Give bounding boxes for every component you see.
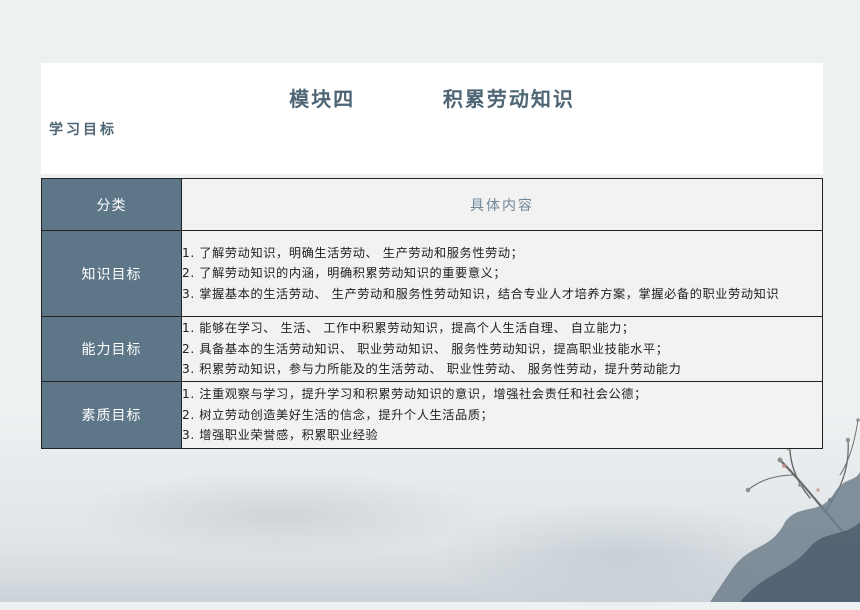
row-category: 素质目标	[41, 381, 182, 449]
page-title: 模块四 积累劳动知识	[289, 87, 575, 111]
header-content: 具体内容	[181, 178, 823, 231]
list-item: 3. 掌握基本的生活劳动、 生产劳动和服务性劳动知识，结合专业人才培养方案，掌握…	[182, 286, 780, 301]
row-category: 能力目标	[41, 316, 182, 382]
list-item: 1. 注重观察与学习，提升学习和积累劳动知识的意识，增强社会责任和社会公德；	[182, 387, 647, 402]
section-subtitle: 学习目标	[49, 122, 117, 138]
list-item: 3. 积累劳动知识，参与力所能及的生活劳动、 职业性劳动、 服务性劳动，提升劳动…	[182, 362, 682, 377]
row-content: 1. 了解劳动知识，明确生活劳动、 生产劳动和服务性劳动； 2. 了解劳动知识的…	[181, 230, 823, 317]
ink-mountain-illustration	[710, 472, 860, 602]
list-item: 1. 了解劳动知识，明确生活劳动、 生产劳动和服务性劳动；	[182, 245, 524, 260]
list-item: 3. 增强职业荣誉感，积累职业经验	[182, 428, 379, 443]
row-content: 1. 能够在学习、 生活、 工作中积累劳动知识，提高个人生活自理、 自立能力； …	[181, 316, 823, 382]
list-item: 1. 能够在学习、 生活、 工作中积累劳动知识，提高个人生活自理、 自立能力；	[182, 321, 635, 336]
table-row: 素质目标 1. 注重观察与学习，提升学习和积累劳动知识的意识，增强社会责任和社会…	[41, 381, 823, 449]
table-row: 能力目标 1. 能够在学习、 生活、 工作中积累劳动知识，提高个人生活自理、 自…	[41, 316, 823, 382]
background-mist	[70, 470, 490, 560]
list-item: 2. 具备基本的生活劳动知识、 职业劳动知识、 服务性劳动知识，提高职业技能水平…	[182, 341, 669, 356]
list-item: 2. 了解劳动知识的内涵，明确积累劳动知识的重要意义；	[182, 266, 507, 281]
learning-goals-table: 分类 具体内容 知识目标 1. 了解劳动知识，明确生活劳动、 生产劳动和服务性劳…	[41, 178, 823, 449]
header-category: 分类	[41, 178, 182, 231]
title-card: 模块四 积累劳动知识 学习目标	[41, 63, 823, 174]
list-item: 2. 树立劳动创造美好生活的信念，提升个人生活品质；	[182, 407, 494, 422]
row-category: 知识目标	[41, 230, 182, 317]
row-content: 1. 注重观察与学习，提升学习和积累劳动知识的意识，增强社会责任和社会公德； 2…	[181, 381, 823, 449]
table-header-row: 分类 具体内容	[41, 178, 823, 231]
table-row: 知识目标 1. 了解劳动知识，明确生活劳动、 生产劳动和服务性劳动； 2. 了解…	[41, 230, 823, 317]
